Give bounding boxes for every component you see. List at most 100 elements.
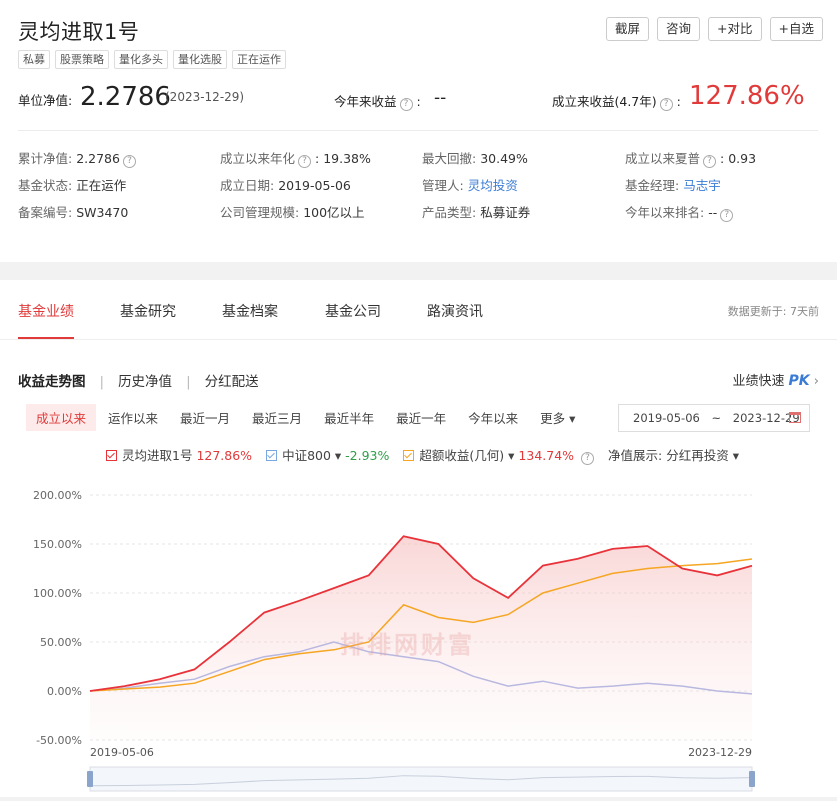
legend-excess[interactable]: 超额收益(几何) ▾ 134.74% ?	[403, 445, 595, 465]
info-key: 成立以来夏普	[625, 151, 701, 166]
info-product-type: 产品类型: 私募证券	[422, 202, 530, 221]
date-range-picker[interactable]: 2019-05-06 ~ 2023-12-29	[618, 404, 810, 432]
range-6m[interactable]: 最近半年	[314, 404, 384, 431]
info-key: 基金状态:	[18, 178, 73, 193]
help-icon[interactable]: ?	[659, 98, 673, 111]
tab-archive[interactable]: 基金档案	[222, 301, 278, 321]
consult-button[interactable]: 咨询	[657, 17, 701, 41]
main-tabs: 基金业绩 基金研究 基金档案 基金公司 路演资讯 数据更新于: 7天前	[0, 280, 837, 340]
legend-fund-name: 灵均进取1号	[122, 448, 193, 463]
info-key: 成立以来年化	[220, 151, 296, 166]
subtab-return-trend[interactable]: 收益走势图	[18, 374, 86, 390]
zoom-slider	[89, 766, 753, 792]
help-icon[interactable]: ?	[703, 155, 717, 168]
separator: |	[99, 374, 105, 390]
range-since-operation[interactable]: 运作以来	[98, 404, 168, 431]
top-actions: 截屏 咨询 +对比 +自选	[606, 17, 823, 41]
info-key: 最大回撤:	[422, 151, 477, 166]
legend-excess-name: 超额收益(几何)	[419, 448, 505, 463]
performance-panel: 基金业绩 基金研究 基金档案 基金公司 路演资讯 数据更新于: 7天前 收益走势…	[0, 280, 837, 797]
range-1m[interactable]: 最近一月	[170, 404, 240, 431]
range-ytd[interactable]: 今年以来	[458, 404, 528, 431]
legend-index[interactable]: 中证800 ▾ -2.93%	[266, 445, 389, 465]
help-icon[interactable]: ?	[122, 155, 136, 168]
legend-fund[interactable]: 灵均进取1号 127.86%	[106, 445, 252, 465]
y-tick-label: 200.00%	[33, 489, 82, 502]
divider	[18, 130, 818, 131]
since-value: 127.86%	[689, 81, 805, 111]
tab-performance[interactable]: 基金业绩	[18, 301, 74, 339]
fund-header-panel: 灵均进取1号 私募 股票策略 量化多头 量化选股 正在运作 截屏 咨询 +对比 …	[0, 0, 837, 262]
info-key: 公司管理规模:	[220, 205, 300, 220]
tab-roadshow[interactable]: 路演资讯	[427, 301, 483, 321]
info-registration: 备案编号: SW3470	[18, 202, 128, 221]
help-icon[interactable]: ?	[720, 209, 734, 222]
subtab-history-nav[interactable]: 历史净值	[118, 374, 172, 390]
tab-research[interactable]: 基金研究	[120, 301, 176, 321]
info-drawdown: 最大回撤: 30.49%	[422, 148, 528, 167]
range-since-inception[interactable]: 成立以来	[26, 404, 97, 431]
caret-down-icon: ▾	[569, 411, 576, 426]
info-scale: 公司管理规模: 100亿以上	[220, 202, 365, 221]
info-value: 私募证券	[480, 205, 531, 220]
compare-button[interactable]: +对比	[708, 17, 762, 41]
ytd-label-text: 今年来收益	[334, 94, 397, 109]
pk-label: 业绩快速	[732, 374, 785, 389]
nav-value: 2.2786	[80, 82, 171, 112]
date-separator: ~	[711, 411, 722, 425]
ytd-label: 今年来收益? :	[334, 94, 421, 111]
info-value: 0.93	[728, 151, 757, 166]
chart-subtabs: 收益走势图 | 历史净值 | 分红配送	[18, 370, 259, 390]
range-more[interactable]: 更多 ▾	[530, 404, 585, 431]
since-label: 成立来收益(4.7年)? :	[552, 94, 681, 111]
tag-strategy: 股票策略	[55, 50, 109, 69]
calendar-icon[interactable]	[789, 412, 801, 423]
tag-quant-select: 量化选股	[173, 50, 227, 69]
info-value: 2.2786	[76, 151, 120, 166]
manager-link[interactable]: 灵均投资	[468, 178, 518, 193]
help-icon[interactable]: ?	[581, 452, 595, 465]
tag-quant-long: 量化多头	[114, 50, 168, 69]
watchlist-button[interactable]: +自选	[769, 17, 823, 41]
chart-legend: 灵均进取1号 127.86% 中证800 ▾ -2.93% 超额收益(几何) ▾…	[106, 445, 739, 465]
date-from: 2019-05-06	[633, 411, 700, 425]
subtab-dividend[interactable]: 分红配送	[205, 374, 259, 390]
zoom-handle-left	[87, 771, 93, 787]
info-value: SW3470	[76, 205, 129, 220]
info-sharpe: 成立以来夏普? : 0.93	[625, 151, 757, 168]
fund-tags: 私募 股票策略 量化多头 量化选股 正在运作	[18, 50, 286, 69]
checkbox-icon	[266, 450, 278, 461]
info-value: --	[708, 205, 718, 220]
info-value: 19.38%	[323, 151, 371, 166]
y-tick-label: 50.00%	[40, 636, 82, 649]
help-icon[interactable]: ?	[298, 155, 312, 168]
info-status: 基金状态: 正在运作	[18, 175, 126, 194]
caret-down-icon: ▾	[732, 448, 740, 463]
info-found-date: 成立日期: 2019-05-06	[220, 175, 351, 194]
fund-manager-link[interactable]: 马志宇	[683, 178, 721, 193]
tag-private: 私募	[18, 50, 50, 69]
x-tick-label-end: 2023-12-29	[688, 746, 752, 759]
info-key: 产品类型:	[422, 205, 477, 220]
info-value: 100亿以上	[303, 205, 365, 220]
range-selector: 成立以来 运作以来 最近一月 最近三月 最近半年 最近一年 今年以来 更多 ▾	[26, 404, 587, 431]
display-mode[interactable]: 净值展示: 分红再投资 ▾	[608, 445, 739, 465]
screenshot-button[interactable]: 截屏	[606, 17, 650, 41]
legend-excess-value: 134.74%	[518, 448, 575, 463]
legend-index-name: 中证800	[282, 448, 331, 463]
watermark: 排排网财富	[340, 631, 475, 659]
range-more-label: 更多	[540, 411, 566, 426]
x-tick-label-start: 2019-05-06	[90, 746, 154, 759]
info-key: 今年以来排名:	[625, 205, 705, 220]
range-1y[interactable]: 最近一年	[386, 404, 456, 431]
separator: |	[186, 374, 191, 390]
legend-fund-value: 127.86%	[196, 448, 253, 463]
info-value: 30.49%	[480, 151, 528, 166]
range-3m[interactable]: 最近三月	[242, 404, 312, 431]
nav-label: 单位净值:	[18, 93, 73, 108]
quick-pk-link[interactable]: 业绩快速 PK ›	[733, 370, 819, 389]
info-fund-manager: 基金经理: 马志宇	[625, 175, 721, 194]
tab-company[interactable]: 基金公司	[325, 301, 381, 321]
help-icon[interactable]: ?	[399, 98, 413, 111]
display-label: 净值展示:	[608, 448, 663, 463]
